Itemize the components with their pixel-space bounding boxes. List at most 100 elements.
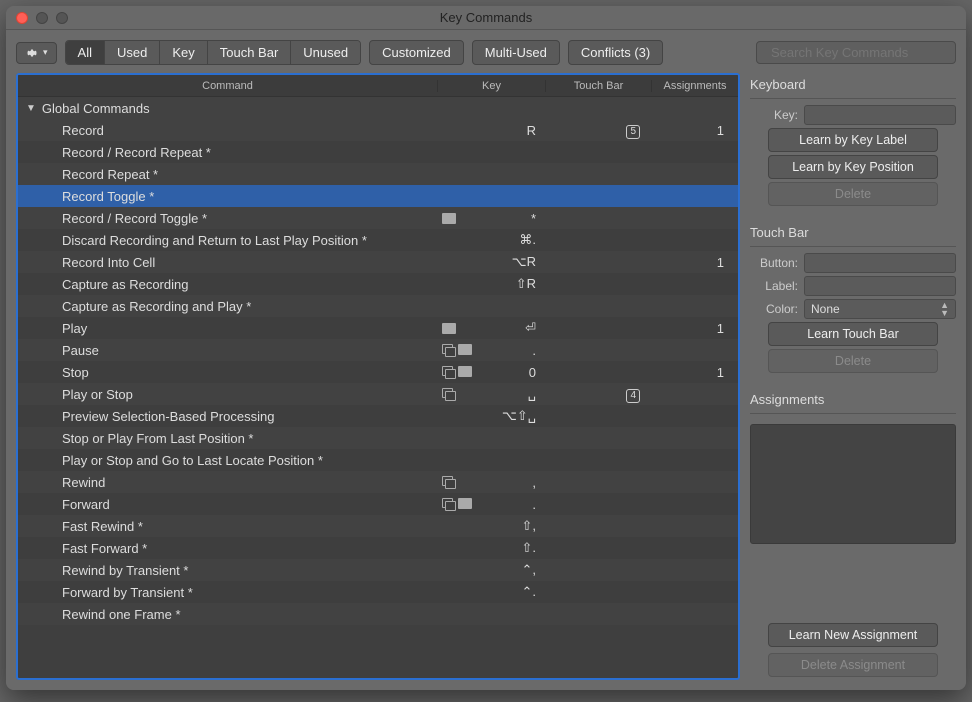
filter-unused[interactable]: Unused	[291, 41, 360, 64]
table-row[interactable]: Capture as Recording and Play *	[18, 295, 738, 317]
pill-conflicts-3-[interactable]: Conflicts (3)	[568, 40, 663, 65]
delete-touchbar-button[interactable]: Delete	[768, 349, 938, 373]
key-cell: .	[438, 497, 546, 512]
numpad-icon	[458, 498, 472, 509]
key-cell: ⌘.	[438, 232, 546, 248]
pill-customized[interactable]: Customized	[369, 40, 464, 65]
col-command[interactable]: Command	[18, 80, 438, 92]
table-row[interactable]: Play⏎1	[18, 317, 738, 339]
gear-icon	[25, 46, 39, 60]
assignments-section: Assignments Learn New Assignment Delete …	[750, 388, 956, 680]
table-row[interactable]: Record Into Cell⌥R1	[18, 251, 738, 273]
group-row[interactable]: ▼ Global Commands	[18, 97, 738, 119]
select-chevron-icon: ▲▼	[940, 301, 949, 317]
learn-touchbar-button[interactable]: Learn Touch Bar	[768, 322, 938, 346]
table-row[interactable]: Play or Stop and Go to Last Locate Posit…	[18, 449, 738, 471]
copy-icon	[442, 344, 456, 356]
copy-icon	[442, 388, 456, 400]
touchbar-title: Touch Bar	[750, 221, 956, 246]
main: Command Key Touch Bar Assignments ▼ Glob…	[16, 73, 956, 680]
learn-key-label-button[interactable]: Learn by Key Label	[768, 128, 938, 152]
table-row[interactable]: Record / Record Repeat *	[18, 141, 738, 163]
filter-used[interactable]: Used	[105, 41, 160, 64]
table-row[interactable]: Fast Forward *⇧.	[18, 537, 738, 559]
color-select[interactable]: None ▲▼	[804, 299, 956, 319]
group-label: Global Commands	[42, 101, 150, 116]
assignments-cell: 1	[652, 365, 738, 380]
table-row[interactable]: Rewind by Transient *⌃,	[18, 559, 738, 581]
assignments-cell: 1	[652, 255, 738, 270]
chevron-down-icon: ▾	[43, 47, 48, 58]
numpad-icon	[458, 366, 472, 377]
commands-table: Command Key Touch Bar Assignments ▼ Glob…	[16, 73, 740, 680]
key-cell: .	[438, 343, 546, 358]
gear-menu-button[interactable]: ▾	[16, 42, 57, 64]
delete-assignment-button[interactable]: Delete Assignment	[768, 653, 938, 677]
command-cell: Forward	[18, 497, 438, 512]
table-row[interactable]: Rewind,	[18, 471, 738, 493]
pill-multi-used[interactable]: Multi-Used	[472, 40, 560, 65]
table-row[interactable]: Record Toggle *	[18, 185, 738, 207]
command-cell: Record / Record Repeat *	[18, 145, 438, 160]
table-row[interactable]: Capture as Recording⇧R	[18, 273, 738, 295]
touchbar-cell: 5	[546, 122, 652, 139]
color-value: None	[811, 302, 840, 316]
command-cell: Play or Stop and Go to Last Locate Posit…	[18, 453, 438, 468]
table-row[interactable]: Rewind one Frame *	[18, 603, 738, 625]
search-field[interactable]	[756, 41, 956, 64]
key-cell: ⇧R	[438, 276, 546, 292]
command-cell: Record Toggle *	[18, 189, 438, 204]
key-cell: ⌥R	[438, 254, 546, 270]
table-row[interactable]: Forward.	[18, 493, 738, 515]
table-row[interactable]: RecordR51	[18, 119, 738, 141]
command-cell: Preview Selection-Based Processing	[18, 409, 438, 424]
command-cell: Record Repeat *	[18, 167, 438, 182]
key-cell: ,	[438, 475, 546, 490]
col-touchbar[interactable]: Touch Bar	[546, 80, 652, 92]
learn-assignment-button[interactable]: Learn New Assignment	[768, 623, 938, 647]
command-cell: Rewind one Frame *	[18, 607, 438, 622]
key-cell: R	[438, 123, 546, 138]
assignments-list[interactable]	[750, 424, 956, 544]
search-input[interactable]	[771, 45, 947, 60]
key-field[interactable]	[804, 105, 956, 125]
learn-key-position-button[interactable]: Learn by Key Position	[768, 155, 938, 179]
window-title: Key Commands	[6, 10, 966, 25]
table-row[interactable]: Stop or Play From Last Position *	[18, 427, 738, 449]
table-row[interactable]: Record Repeat *	[18, 163, 738, 185]
disclosure-triangle-icon[interactable]: ▼	[26, 103, 36, 114]
table-row[interactable]: Stop01	[18, 361, 738, 383]
command-cell: Forward by Transient *	[18, 585, 438, 600]
col-assignments[interactable]: Assignments	[652, 80, 738, 92]
assignments-cell: 1	[652, 123, 738, 138]
table-row[interactable]: Pause.	[18, 339, 738, 361]
filter-all[interactable]: All	[66, 41, 105, 64]
table-row[interactable]: Discard Recording and Return to Last Pla…	[18, 229, 738, 251]
command-cell: Fast Forward *	[18, 541, 438, 556]
table-row[interactable]: Forward by Transient *⌃.	[18, 581, 738, 603]
touchbar-cell: 4	[546, 386, 652, 403]
command-cell: Stop or Play From Last Position *	[18, 431, 438, 446]
key-cell: ⌃.	[438, 584, 546, 600]
table-row[interactable]: Play or Stop␣4	[18, 383, 738, 405]
delete-key-button[interactable]: Delete	[768, 182, 938, 206]
touchbar-label-field[interactable]	[804, 276, 956, 296]
numpad-icon	[442, 213, 456, 224]
command-cell: Play or Stop	[18, 387, 438, 402]
filter-key[interactable]: Key	[160, 41, 207, 64]
col-key[interactable]: Key	[438, 80, 546, 92]
key-cell: ␣	[438, 386, 546, 402]
table-row[interactable]: Fast Rewind *⇧,	[18, 515, 738, 537]
filter-touch-bar[interactable]: Touch Bar	[208, 41, 292, 64]
command-cell: Record	[18, 123, 438, 138]
table-row[interactable]: Record / Record Toggle **	[18, 207, 738, 229]
table-row[interactable]: Preview Selection-Based Processing⌥⇧␣	[18, 405, 738, 427]
touchbar-button-field[interactable]	[804, 253, 956, 273]
table-body: ▼ Global Commands RecordR51Record / Reco…	[18, 97, 738, 678]
key-cell: ⇧,	[438, 518, 546, 534]
assignments-cell: 1	[652, 321, 738, 336]
keyboard-title: Keyboard	[750, 73, 956, 98]
command-cell: Fast Rewind *	[18, 519, 438, 534]
side-panel: Keyboard Key: Learn by Key Label Learn b…	[750, 73, 956, 680]
window: Key Commands ▾ AllUsedKeyTouch BarUnused…	[6, 6, 966, 690]
